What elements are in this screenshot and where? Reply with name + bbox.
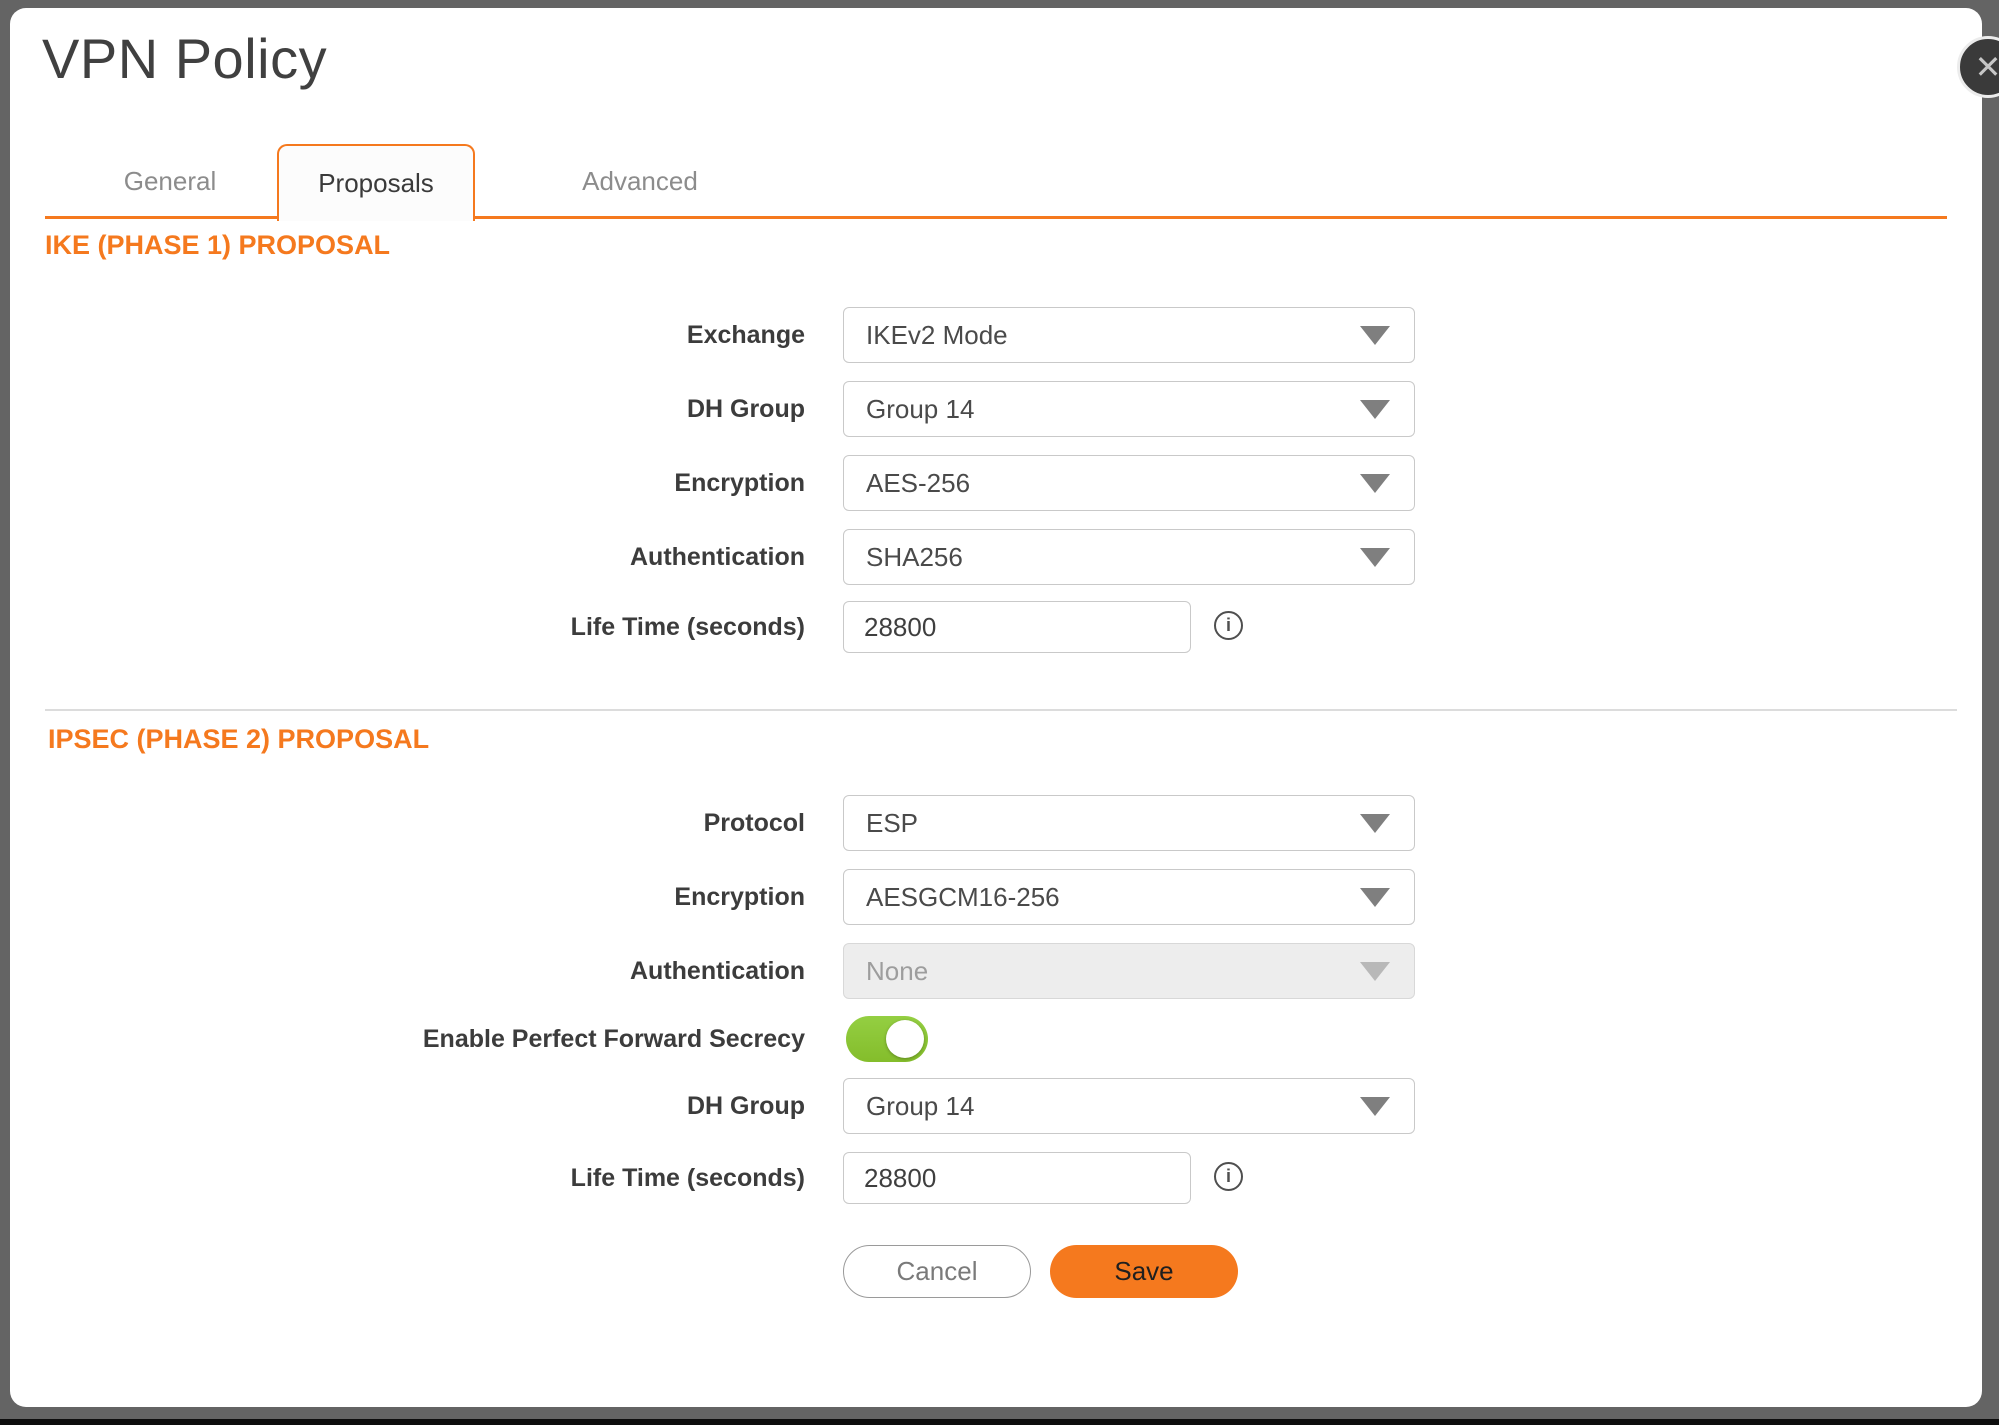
ipsec-dh-group-label: DH Group xyxy=(210,1078,805,1134)
ipsec-phase2-heading: IPSEC (PHASE 2) PROPOSAL xyxy=(48,724,429,755)
vpn-policy-dialog: VPN Policy General Proposals Advanced IK… xyxy=(10,8,1982,1407)
close-icon: ✕ xyxy=(1975,51,1999,83)
ipsec-protocol-value: ESP xyxy=(866,808,918,839)
cancel-button[interactable]: Cancel xyxy=(843,1245,1031,1298)
ike-exchange-select[interactable]: IKEv2 Mode xyxy=(843,307,1415,363)
cancel-button-label: Cancel xyxy=(897,1256,978,1287)
ipsec-authentication-select-disabled: None xyxy=(843,943,1415,999)
ike-life-time-label: Life Time (seconds) xyxy=(210,601,805,653)
ipsec-life-time-input[interactable] xyxy=(843,1152,1191,1204)
chevron-down-icon xyxy=(1360,888,1390,907)
ipsec-protocol-select[interactable]: ESP xyxy=(843,795,1415,851)
page-title: VPN Policy xyxy=(42,26,327,91)
ike-encryption-label: Encryption xyxy=(210,455,805,511)
ike-phase1-heading: IKE (PHASE 1) PROPOSAL xyxy=(45,230,390,261)
ike-life-time-input[interactable] xyxy=(843,601,1191,653)
ike-encryption-select[interactable]: AES-256 xyxy=(843,455,1415,511)
tab-general-label: General xyxy=(124,166,217,197)
ipsec-dh-group-select[interactable]: Group 14 xyxy=(843,1078,1415,1134)
ike-encryption-value: AES-256 xyxy=(866,468,970,499)
tab-advanced[interactable]: Advanced xyxy=(520,146,760,216)
ike-dh-group-label: DH Group xyxy=(210,381,805,437)
section-divider xyxy=(45,709,1957,711)
chevron-down-icon xyxy=(1360,326,1390,345)
tab-advanced-label: Advanced xyxy=(582,166,698,197)
ipsec-pfs-label: Enable Perfect Forward Secrecy xyxy=(210,1016,805,1062)
chevron-down-icon xyxy=(1360,548,1390,567)
chevron-down-icon xyxy=(1360,814,1390,833)
ike-authentication-label: Authentication xyxy=(210,529,805,585)
ike-dh-group-value: Group 14 xyxy=(866,394,974,425)
screen-edge xyxy=(0,1419,1999,1425)
ipsec-protocol-label: Protocol xyxy=(210,795,805,851)
ike-authentication-select[interactable]: SHA256 xyxy=(843,529,1415,585)
chevron-down-icon xyxy=(1360,962,1390,981)
ipsec-authentication-label: Authentication xyxy=(210,943,805,999)
pfs-toggle[interactable] xyxy=(846,1016,928,1062)
info-icon[interactable]: i xyxy=(1214,1162,1243,1191)
info-icon[interactable]: i xyxy=(1214,611,1243,640)
ipsec-life-time-label: Life Time (seconds) xyxy=(210,1152,805,1204)
ike-exchange-label: Exchange xyxy=(210,307,805,363)
ike-exchange-value: IKEv2 Mode xyxy=(866,320,1008,351)
ipsec-encryption-value: AESGCM16-256 xyxy=(866,882,1060,913)
tab-proposals-label: Proposals xyxy=(318,168,434,199)
ipsec-authentication-value: None xyxy=(866,956,928,987)
save-button[interactable]: Save xyxy=(1050,1245,1238,1298)
tab-general[interactable]: General xyxy=(75,146,265,216)
chevron-down-icon xyxy=(1360,400,1390,419)
chevron-down-icon xyxy=(1360,474,1390,493)
ipsec-encryption-select[interactable]: AESGCM16-256 xyxy=(843,869,1415,925)
ike-dh-group-select[interactable]: Group 14 xyxy=(843,381,1415,437)
pfs-toggle-knob xyxy=(886,1020,924,1058)
ipsec-encryption-label: Encryption xyxy=(210,869,805,925)
save-button-label: Save xyxy=(1114,1256,1173,1287)
tab-proposals[interactable]: Proposals xyxy=(277,144,475,221)
ike-authentication-value: SHA256 xyxy=(866,542,963,573)
ipsec-dh-group-value: Group 14 xyxy=(866,1091,974,1122)
chevron-down-icon xyxy=(1360,1097,1390,1116)
